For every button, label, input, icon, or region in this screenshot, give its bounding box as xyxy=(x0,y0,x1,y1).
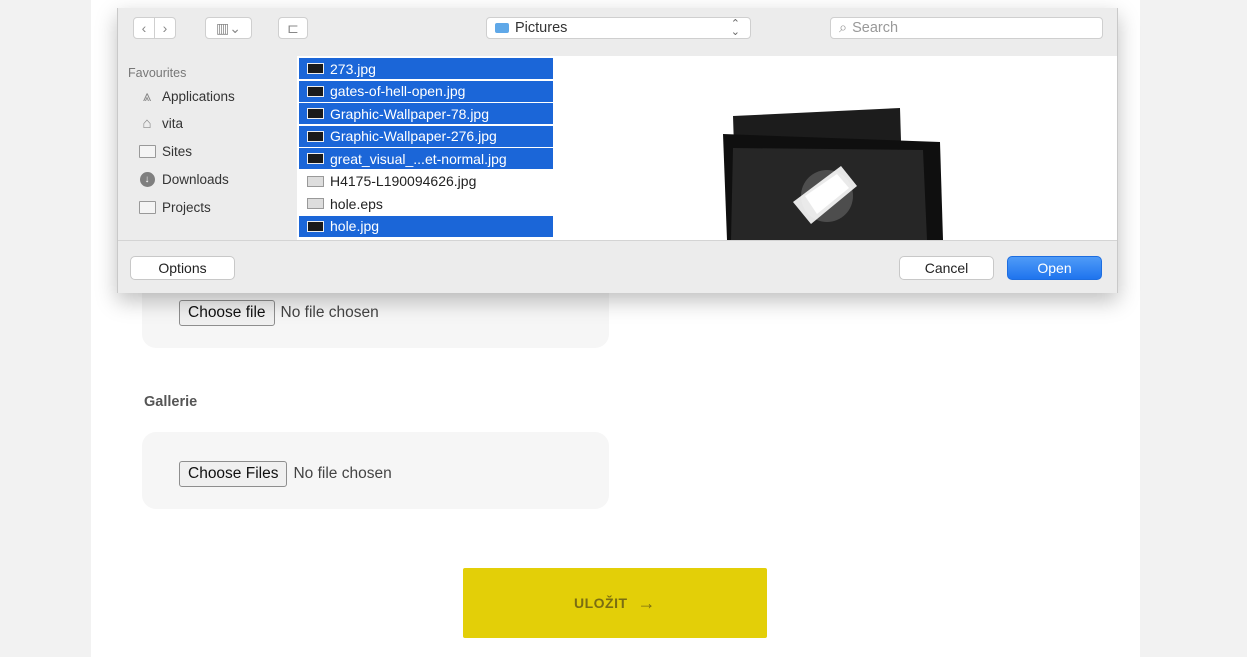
dialog-button-bar: Options Cancel Open xyxy=(118,240,1117,293)
image-preview xyxy=(555,56,1117,240)
save-button[interactable]: ULOŽIT → xyxy=(463,568,767,638)
file-row[interactable]: gates-of-hell-open.jpg xyxy=(299,80,553,102)
choose-files-button[interactable]: Choose Files xyxy=(179,461,288,487)
forward-button[interactable]: › xyxy=(154,17,176,39)
file-name: 273.jpg xyxy=(330,60,376,77)
file-row[interactable]: Graphic-Wallpaper-78.jpg xyxy=(299,103,553,124)
chevron-left-icon: ‹ xyxy=(141,20,147,36)
cancel-button[interactable]: Cancel xyxy=(899,256,994,280)
file-name: Graphic-Wallpaper-78.jpg xyxy=(330,105,489,122)
choose-file-button[interactable]: Choose file xyxy=(179,300,275,326)
dialog-toolbar: ‹ › ▥⌄ ⊏ Pictures ⌃ ⌄ ⌕ Search xyxy=(118,8,1117,56)
sidebar-item-vita[interactable]: ⌂ vita xyxy=(138,115,184,132)
search-icon: ⌕ xyxy=(839,20,848,36)
save-button-label: ULOŽIT xyxy=(573,595,628,611)
applications-icon: ⩓ xyxy=(142,88,152,105)
file-row[interactable]: Graphic-Wallpaper-276.jpg xyxy=(299,125,553,147)
open-file-dialog: ‹ › ▥⌄ ⊏ Pictures ⌃ ⌄ ⌕ Search Favourites… xyxy=(117,8,1118,293)
location-select[interactable]: Pictures ⌃ ⌄ xyxy=(486,17,751,39)
back-button[interactable]: ‹ xyxy=(133,17,155,39)
sidebar-item-downloads[interactable]: ↓ Downloads xyxy=(138,172,229,187)
file-row[interactable]: great_visual_...et-normal.jpg xyxy=(299,148,553,169)
chevron-right-icon: › xyxy=(162,20,168,36)
file-row[interactable]: H4175-L190094626.jpg xyxy=(299,171,553,192)
file-list: 273.jpg gates-of-hell-open.jpg Graphic-Wal… xyxy=(297,56,555,240)
new-folder-icon: ⊏ xyxy=(287,19,299,36)
search-placeholder: Search xyxy=(852,20,899,36)
file-name: great_visual_...et-normal.jpg xyxy=(330,150,507,167)
arrow-right-icon: → xyxy=(637,592,657,613)
file-name: H4175-L190094626.jpg xyxy=(330,173,477,189)
sidebar-item-applications[interactable]: ⩓ Applications xyxy=(138,88,235,105)
file-name: hole.eps xyxy=(330,195,383,212)
downloads-icon: ↓ xyxy=(138,172,156,187)
location-label: Pictures xyxy=(515,20,568,36)
dialog-sidebar: Favourites ⩓ Applications ⌂ vita Sites ↓… xyxy=(118,56,297,240)
file-row[interactable]: 273.jpg xyxy=(299,58,553,79)
gallery-label: Gallerie xyxy=(144,394,198,410)
updown-chevron-icon: ⌃ ⌄ xyxy=(730,18,740,38)
file-status: No file chosen xyxy=(280,304,379,321)
image-file-icon xyxy=(307,153,324,164)
folder-icon xyxy=(138,201,156,215)
sidebar-item-label: Projects xyxy=(162,200,211,215)
image-file-icon xyxy=(307,175,324,187)
folder-icon xyxy=(495,23,509,33)
image-file-icon xyxy=(307,85,324,97)
favourites-heading: Favourites xyxy=(128,66,187,80)
image-file-icon xyxy=(307,220,324,232)
sidebar-item-sites[interactable]: Sites xyxy=(138,144,192,159)
sidebar-item-label: vita xyxy=(162,116,184,131)
image-file-input: Choose file No file chosen xyxy=(179,300,379,326)
image-file-icon xyxy=(307,108,324,119)
sidebar-item-projects[interactable]: Projects xyxy=(138,200,211,215)
file-row[interactable]: hole.eps xyxy=(299,193,553,214)
image-file-icon xyxy=(307,198,324,209)
file-name: Graphic-Wallpaper-276.jpg xyxy=(330,128,497,144)
home-icon: ⌂ xyxy=(142,115,152,132)
file-name: gates-of-hell-open.jpg xyxy=(330,83,466,99)
open-button[interactable]: Open xyxy=(1007,256,1102,280)
view-mode-button[interactable]: ▥⌄ xyxy=(205,17,252,39)
gallery-file-input: Choose Files No file chosen xyxy=(179,461,392,487)
image-file-icon xyxy=(307,63,324,74)
image-file-icon xyxy=(307,130,324,142)
new-folder-button[interactable]: ⊏ xyxy=(278,17,308,39)
file-name: hole.jpg xyxy=(330,218,380,234)
sidebar-item-label: Downloads xyxy=(162,172,229,187)
sidebar-item-label: Sites xyxy=(162,144,193,159)
folder-icon xyxy=(138,145,156,159)
files-status: No file chosen xyxy=(293,465,392,482)
search-field[interactable]: ⌕ Search xyxy=(830,17,1103,39)
sidebar-item-label: Applications xyxy=(162,89,235,104)
columns-view-icon: ▥⌄ xyxy=(216,19,241,36)
options-button[interactable]: Options xyxy=(130,256,235,280)
file-row[interactable]: hole.jpg xyxy=(299,215,553,237)
preview-image xyxy=(723,108,943,240)
